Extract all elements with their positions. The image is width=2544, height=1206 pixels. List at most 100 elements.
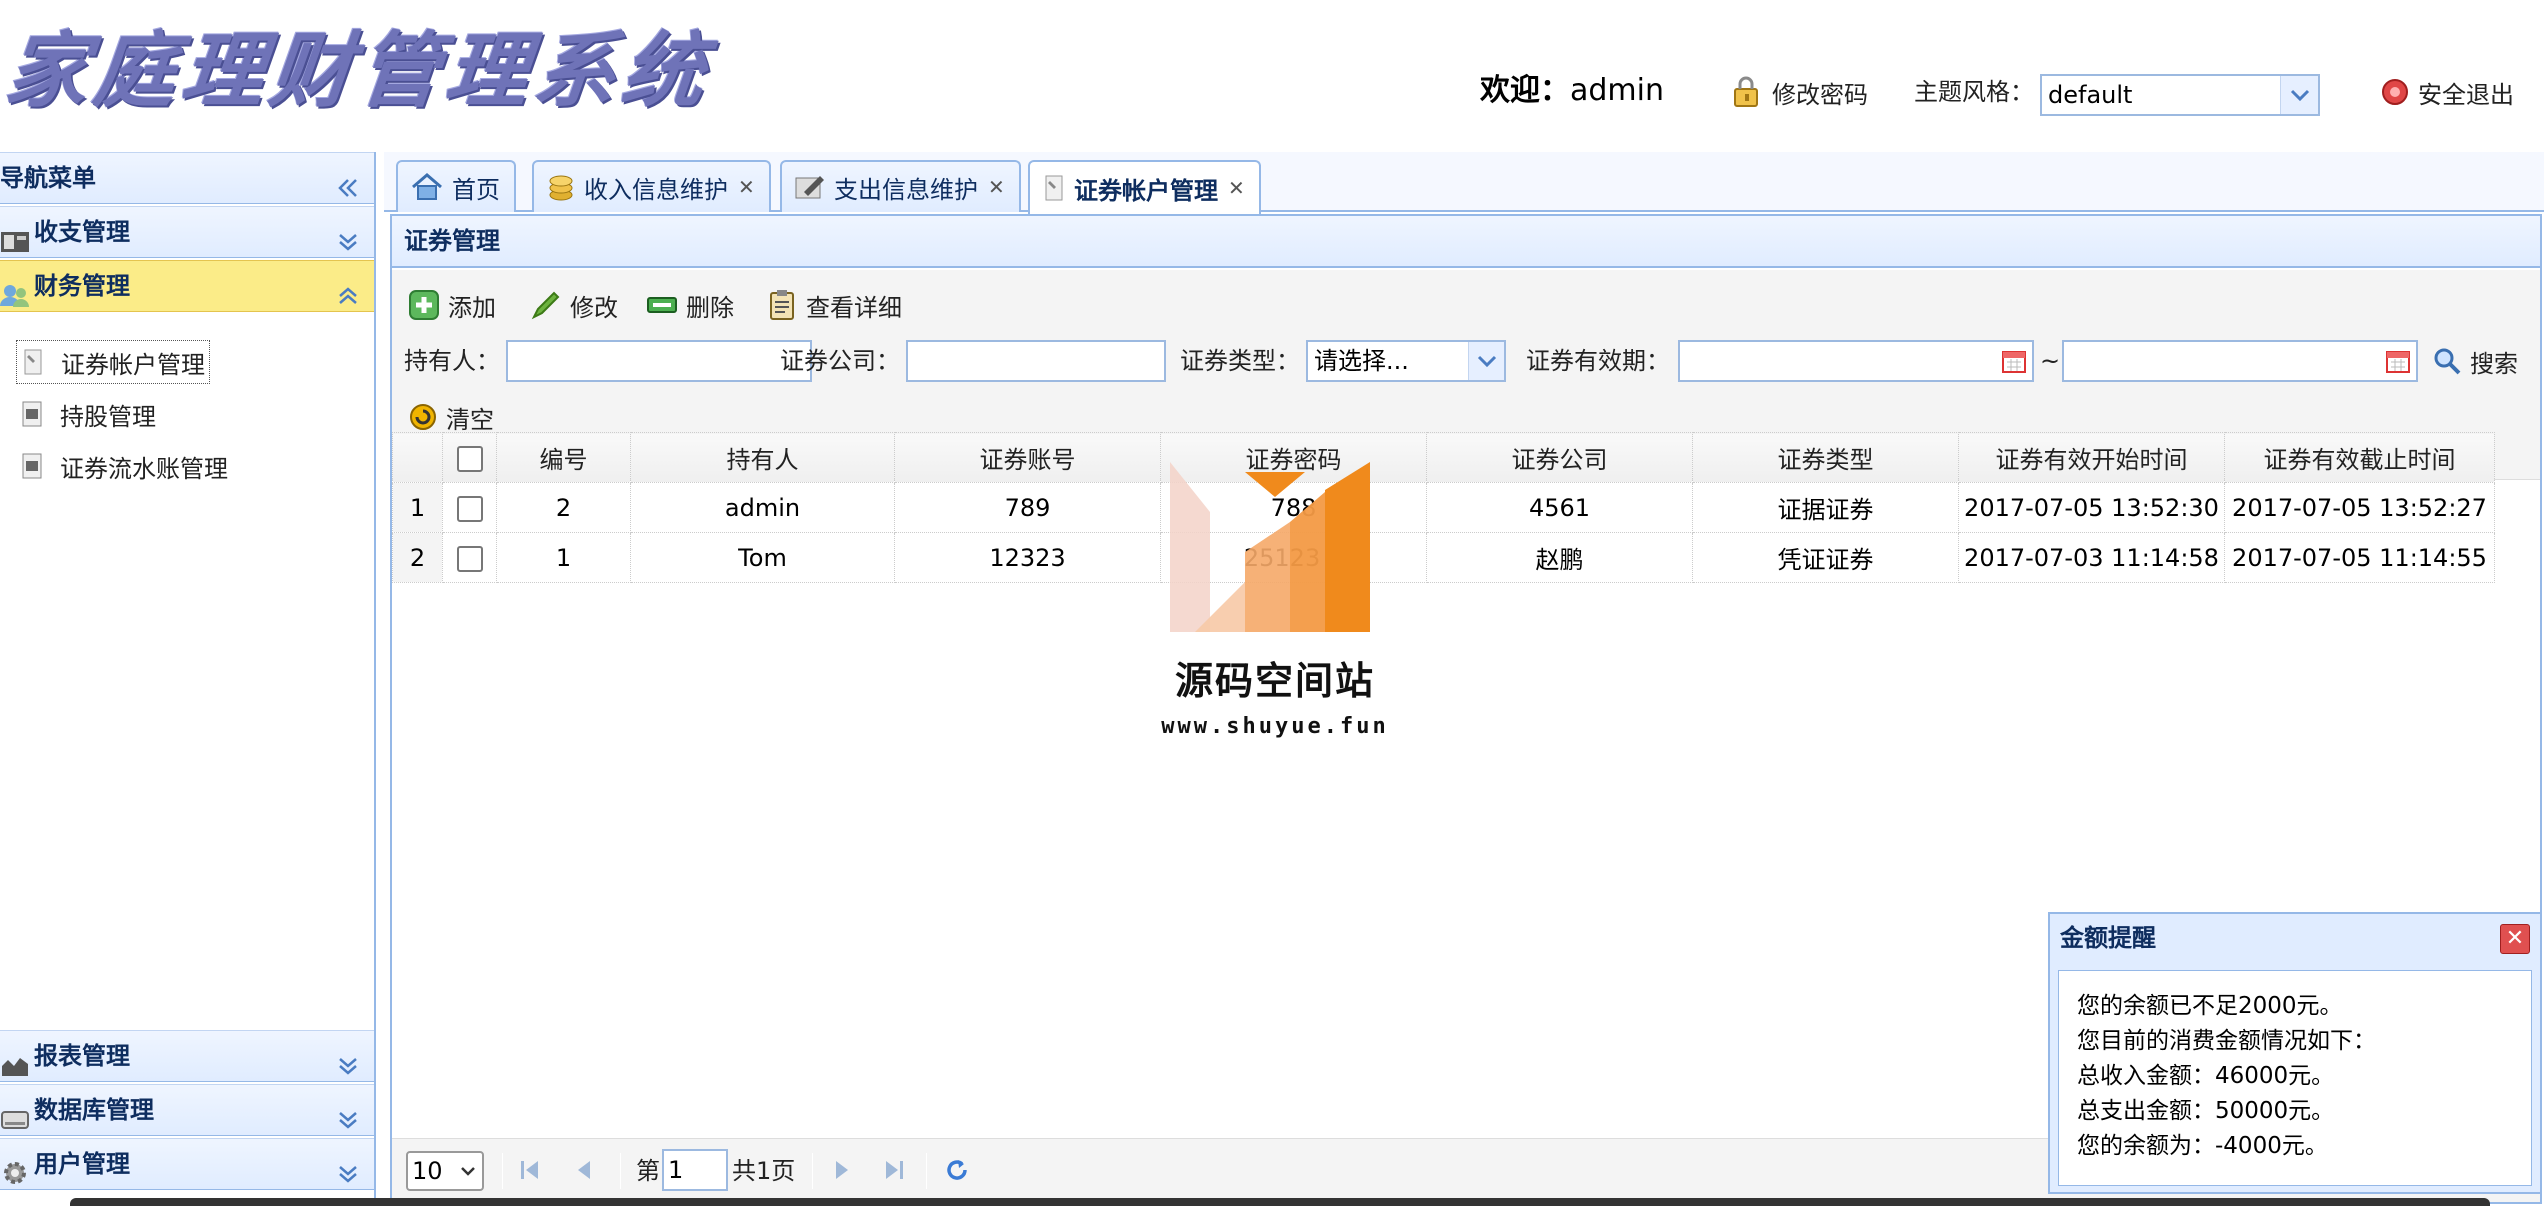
nav-group-income-expense[interactable]: 收支管理 [0,206,374,258]
theme-value: default [2048,81,2133,109]
cell-account: 789 [894,482,1161,533]
type-select-value: 请选择... [1314,347,1409,375]
page-size-value: 10 [412,1157,443,1185]
search-button[interactable]: 搜索 [2432,340,2518,382]
nav-title-bar: 导航菜单 [0,152,374,204]
navigation-menu: 导航菜单 收支管理 财务管理 证券帐户管理 持股管理 证券流水账管理 报表管理 … [0,152,376,1206]
cell-end: 2017-07-05 13:52:27 [2224,482,2495,533]
holder-input[interactable] [506,340,812,382]
view-detail-button[interactable]: 查看详细 [766,284,902,326]
cell-type: 证据证券 [1692,482,1959,533]
column-header[interactable]: 证券密码 [1160,432,1427,483]
nav-item-holdings[interactable]: 持股管理 [16,392,160,436]
row-number: 2 [392,532,443,583]
users-icon [0,275,30,325]
nav-item-securities-ledger[interactable]: 证券流水账管理 [16,444,232,488]
close-icon[interactable]: ✕ [1228,176,1245,200]
next-page-icon[interactable] [830,1157,854,1187]
delete-button[interactable]: 删除 [646,284,734,326]
edit-button[interactable]: 修改 [530,284,618,326]
page-number-input[interactable]: 1 [662,1149,728,1191]
nav-title: 导航菜单 [0,164,96,192]
column-header[interactable]: 证券公司 [1426,432,1693,483]
pager-separator [502,1153,503,1189]
clipboard-icon [770,290,794,320]
home-icon [412,173,442,200]
logout-label: 安全退出 [2418,80,2514,109]
welcome-label: 欢迎： [1480,73,1570,108]
valid-period-label: 证券有效期： [1526,347,1670,375]
chevron-down-icon [461,1167,475,1176]
type-select[interactable]: 请选择... [1306,340,1506,382]
tab-income[interactable]: 收入信息维护 ✕ [532,160,771,212]
watermark-title: 源码空间站 [1174,659,1375,703]
column-header[interactable]: 编号 [496,432,631,483]
cell-password: 788 [1160,482,1427,533]
table-row[interactable]: 2 1 Tom 12323 25123 8 赵鹏 凭证证券 2017-07-03… [392,532,2495,583]
header: 家庭理财管理系统 欢迎：admin 修改密码 主题风格： default 安全退… [0,0,2544,150]
rownum-header [392,432,443,483]
company-label: 证券公司： [780,347,900,375]
company-input[interactable] [906,340,1166,382]
column-header[interactable]: 持有人 [630,432,895,483]
nav-group-finance[interactable]: 财务管理 [0,260,374,312]
table-row[interactable]: 1 2 admin 789 788 4561 证据证券 2017-07-05 1… [392,482,2495,533]
alert-line: 总收入金额：46000元。 [2077,1063,2335,1089]
chevron-double-down-icon [336,1153,360,1203]
refresh-icon[interactable] [944,1157,970,1187]
edit-document-icon [795,176,824,199]
end-date-input[interactable] [2062,340,2418,382]
nav-group-label: 收支管理 [34,218,130,246]
type-label: 证券类型： [1180,347,1300,375]
close-icon[interactable]: ✕ [738,175,755,199]
select-all-header [442,432,497,483]
bottom-edge [70,1198,2490,1206]
tab-expense[interactable]: 支出信息维护 ✕ [780,160,1021,212]
column-header[interactable]: 证券有效截止时间 [2224,432,2495,483]
logout-icon [2382,79,2408,105]
add-label: 添加 [448,293,496,322]
chevron-double-up-icon [336,275,360,325]
change-password-link[interactable]: 修改密码 [1730,70,1868,114]
grid-table: 编号 持有人 证券账号 证券密码 证券公司 证券类型 证券有效开始时间 证券有效… [392,432,2495,583]
tab-home[interactable]: 首页 [396,160,516,212]
grid-header-row: 编号 持有人 证券账号 证券密码 证券公司 证券类型 证券有效开始时间 证券有效… [392,432,2495,483]
prev-page-icon[interactable] [572,1157,596,1187]
balance-alert-window: 金额提醒 ✕ 您的余额已不足2000元。 您目前的消费金额情况如下： 总收入金额… [2048,912,2542,1194]
row-checkbox[interactable] [456,495,483,522]
calendar-icon[interactable] [1996,342,2032,380]
watermark-url: www.shuyue.fun [1161,714,1389,739]
row-checkbox[interactable] [456,545,483,572]
add-button[interactable]: 添加 [408,284,496,326]
close-icon[interactable]: ✕ [988,175,1005,199]
column-header[interactable]: 证券账号 [894,432,1161,483]
tab-securities-account[interactable]: 证券帐户管理 ✕ [1028,160,1261,214]
page-size-select[interactable]: 10 [406,1151,484,1191]
pencil-icon [531,291,560,320]
clear-icon [410,404,436,430]
first-page-icon[interactable] [518,1157,542,1187]
panel-title: 证券管理 [392,216,2540,268]
column-header[interactable]: 证券有效开始时间 [1958,432,2225,483]
change-password-label: 修改密码 [1772,80,1868,109]
tab-label: 证券帐户管理 [1074,176,1218,205]
nav-group-reports[interactable]: 报表管理 [0,1030,374,1082]
pager-separator [926,1153,927,1189]
select-all-checkbox[interactable] [456,445,483,472]
calendar-icon[interactable] [2380,342,2416,380]
column-header[interactable]: 证券类型 [1692,432,1959,483]
theme-select[interactable]: default [2040,74,2320,116]
start-date-input[interactable] [1678,340,2034,382]
nav-item-securities-account[interactable]: 证券帐户管理 [16,340,210,384]
alert-body: 您的余额已不足2000元。 您目前的消费金额情况如下： 总收入金额：46000元… [2058,970,2532,1186]
close-icon[interactable]: ✕ [2500,924,2530,954]
document-icon [22,453,42,479]
cell-holder: Tom [630,532,895,583]
logout-link[interactable]: 安全退出 [2380,70,2514,114]
username: admin [1570,73,1664,108]
nav-group-users[interactable]: 用户管理 [0,1138,374,1190]
tab-label: 支出信息维护 [834,175,978,204]
nav-group-database[interactable]: 数据库管理 [0,1084,374,1136]
last-page-icon[interactable] [882,1157,906,1187]
nav-group-label: 数据库管理 [34,1096,154,1124]
